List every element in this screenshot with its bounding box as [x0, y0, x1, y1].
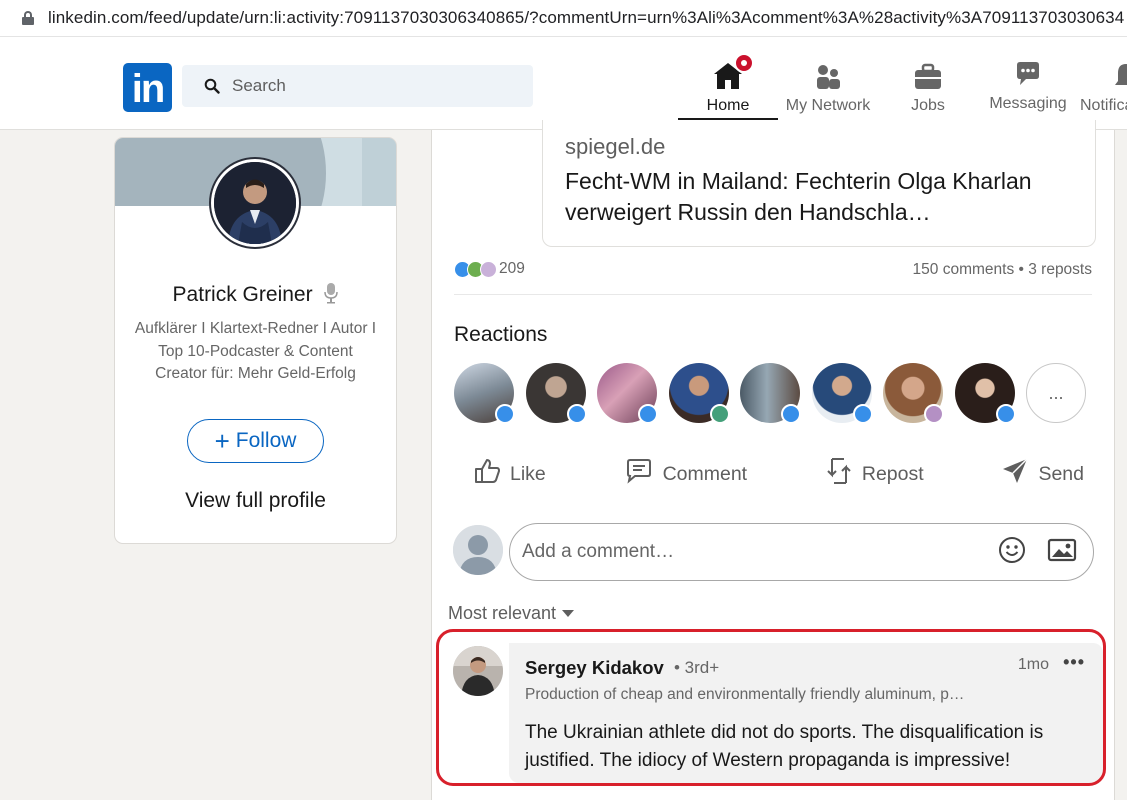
- plus-icon: +: [214, 426, 230, 456]
- like-badge-icon: [566, 404, 587, 424]
- post-card: spiegel.de Fecht-WM in Mailand: Fechteri…: [431, 120, 1115, 800]
- comment-input-box[interactable]: [509, 523, 1094, 581]
- comment-input[interactable]: [522, 541, 981, 563]
- send-label: Send: [1038, 462, 1084, 485]
- divider: [454, 294, 1092, 295]
- nav-label-messaging: Messaging: [989, 95, 1067, 112]
- comment-bubble: Sergey Kidakov • 3rd+ 1mo ••• Production…: [509, 643, 1103, 783]
- reactor-avatar[interactable]: [525, 363, 587, 424]
- reactor-avatar[interactable]: [454, 363, 515, 424]
- profile-avatar[interactable]: [211, 159, 299, 247]
- profile-card: Patrick Greiner Aufklärer I Klartext-Red…: [114, 137, 397, 544]
- commenter-headline: Production of cheap and environmentally …: [525, 686, 965, 703]
- comment-label: Comment: [662, 462, 748, 485]
- reaction-icons: [454, 260, 497, 278]
- nav-label-my-network: My Network: [785, 97, 871, 114]
- comment-button[interactable]: Comment: [613, 452, 758, 496]
- search-icon: [204, 78, 220, 94]
- image-icon[interactable]: [1047, 537, 1077, 568]
- sort-dropdown[interactable]: Most relevant: [448, 603, 575, 624]
- send-button[interactable]: Send: [990, 452, 1094, 496]
- url-text[interactable]: linkedin.com/feed/update/urn:li:activity…: [48, 8, 1124, 28]
- repost-label: Repost: [861, 462, 924, 485]
- profile-headline: Aufklärer I Klartext-Redner I Autor I To…: [134, 320, 377, 382]
- send-icon: [1000, 456, 1038, 492]
- more-options-icon[interactable]: •••: [1063, 652, 1085, 673]
- reactor-list: ...: [454, 363, 1086, 424]
- like-badge-icon: [852, 404, 873, 424]
- reactor-avatar[interactable]: [597, 363, 658, 424]
- caret-down-icon: [562, 610, 575, 617]
- view-full-profile-link[interactable]: View full profile: [115, 489, 396, 513]
- profile-name-text: Patrick Greiner: [172, 283, 313, 306]
- network-icon: [780, 55, 876, 91]
- nav-item-messaging[interactable]: Messaging: [984, 53, 1072, 117]
- like-button[interactable]: Like: [462, 452, 556, 496]
- search-input[interactable]: [232, 76, 512, 96]
- bell-icon: [1080, 55, 1127, 91]
- microphone-icon: [324, 282, 339, 310]
- link-preview[interactable]: spiegel.de Fecht-WM in Mailand: Fechteri…: [542, 120, 1096, 247]
- reactor-avatar[interactable]: [740, 363, 801, 424]
- like-icon: [472, 456, 510, 492]
- nav-item-home[interactable]: Home: [678, 53, 778, 120]
- connection-degree: • 3rd+: [674, 658, 720, 677]
- nav-label-notifications: Notifications: [1080, 97, 1127, 114]
- notification-badge: [734, 53, 754, 73]
- like-label: Like: [510, 462, 546, 485]
- commenter-name[interactable]: Sergey Kidakov: [525, 657, 664, 679]
- like-badge-icon: [995, 404, 1016, 424]
- reactor-avatar[interactable]: [883, 363, 944, 424]
- follow-label: Follow: [235, 429, 297, 452]
- celebrate-badge-icon: [709, 404, 730, 424]
- linkedin-logo[interactable]: in: [123, 63, 172, 112]
- reactor-avatar[interactable]: [954, 363, 1016, 424]
- top-navigation: in Home My Network Jobs Messaging: [0, 37, 1127, 130]
- link-domain: spiegel.de: [565, 134, 666, 159]
- like-badge-icon: [781, 404, 801, 424]
- repost-icon: [824, 455, 862, 493]
- current-user-avatar[interactable]: [453, 525, 503, 575]
- reaction-count: 209: [499, 260, 525, 277]
- nav-label-jobs: Jobs: [911, 97, 945, 114]
- comment-text: The Ukrainian athlete did not do sports.…: [525, 722, 1044, 771]
- repost-button[interactable]: Repost: [814, 452, 934, 496]
- nav-label-home: Home: [706, 97, 750, 114]
- support-reaction-icon: [480, 260, 497, 278]
- link-title: Fecht-WM in Mailand: Fechterin Olga Khar…: [565, 168, 1032, 225]
- sort-label: Most relevant: [448, 603, 557, 623]
- home-icon: [678, 53, 778, 91]
- commenter-avatar[interactable]: [453, 646, 503, 696]
- reactor-avatar[interactable]: [811, 363, 873, 424]
- comment-timestamp: 1mo: [1017, 656, 1049, 673]
- profile-name[interactable]: Patrick Greiner: [115, 282, 396, 310]
- love-badge-icon: [924, 404, 944, 424]
- like-badge-icon: [495, 404, 515, 424]
- post-actions: Like Comment Repost Send: [462, 452, 1094, 496]
- browser-url-bar[interactable]: linkedin.com/feed/update/urn:li:activity…: [0, 0, 1127, 37]
- comment-stats[interactable]: 150 comments • 3 reposts: [913, 261, 1092, 279]
- like-badge-icon: [638, 404, 658, 424]
- emoji-icon[interactable]: [997, 535, 1027, 570]
- reactions-title: Reactions: [454, 323, 548, 346]
- search-bar[interactable]: [182, 65, 533, 107]
- nav-item-notifications[interactable]: Notifications: [1080, 55, 1127, 119]
- messaging-icon: [984, 53, 1072, 89]
- reactor-avatar[interactable]: [668, 363, 730, 424]
- briefcase-icon: [895, 55, 961, 91]
- reaction-summary[interactable]: 209: [454, 260, 525, 278]
- nav-item-jobs[interactable]: Jobs: [895, 55, 961, 119]
- nav-item-my-network[interactable]: My Network: [780, 55, 876, 119]
- lock-icon: [22, 11, 34, 25]
- follow-button[interactable]: + Follow: [187, 419, 324, 463]
- more-reactors-button[interactable]: ...: [1026, 363, 1086, 423]
- comment-icon: [623, 456, 663, 492]
